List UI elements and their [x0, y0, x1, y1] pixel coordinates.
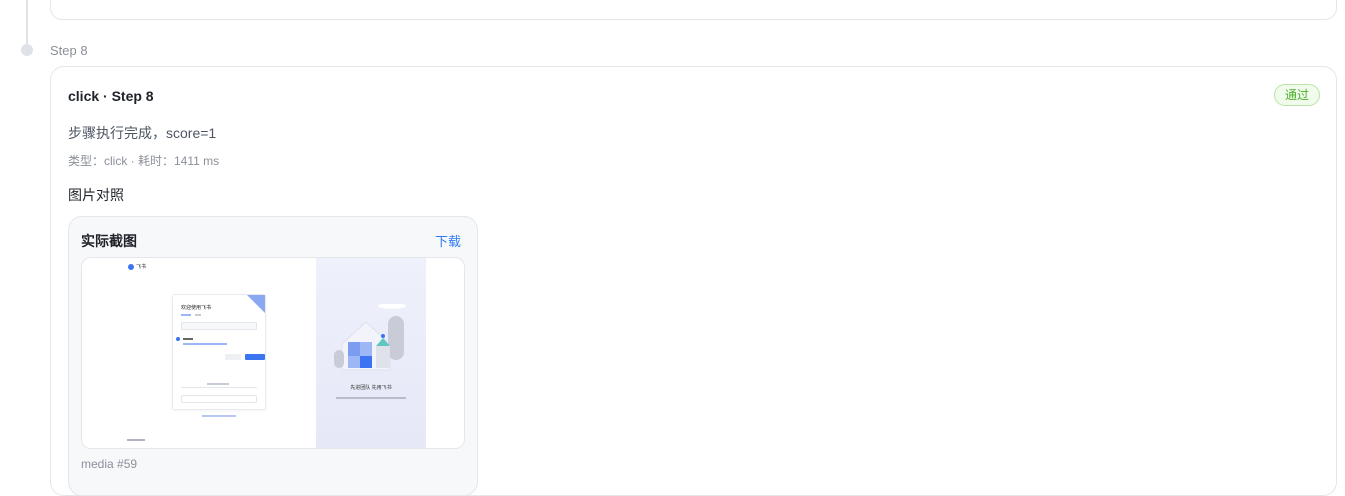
- media-title: 实际截图: [81, 233, 137, 249]
- thumbnail-divider: [181, 387, 257, 388]
- thumbnail-sso-button: [181, 395, 257, 403]
- illustration-icon: [334, 304, 406, 371]
- previous-step-card: [50, 0, 1337, 20]
- thumbnail-next-button: [245, 354, 265, 360]
- thumbnail-login-pane: 飞书 欢迎使用飞书: [82, 258, 316, 448]
- thumbnail-language-switch: [127, 439, 145, 441]
- thumbnail-illustration-subtext: [336, 397, 406, 399]
- logo-icon: [128, 263, 134, 270]
- screenshot-thumbnail[interactable]: 飞书 欢迎使用飞书 先进团队 先用飞书: [81, 257, 465, 449]
- thumbnail-logo-text: 飞书: [136, 264, 147, 270]
- thumbnail-phone-input: [181, 322, 257, 330]
- step-card: click · Step 8 通过 步骤执行完成，score=1 类型：clic…: [50, 66, 1337, 496]
- thumbnail-logo: 飞书: [128, 263, 146, 270]
- thumbnail-login-title: 欢迎使用飞书: [181, 305, 212, 311]
- step-card-title: click · Step 8: [68, 88, 154, 104]
- thumbnail-text-line: [207, 383, 229, 385]
- thumbnail-text-line: [183, 343, 227, 345]
- step-label: Step 8: [50, 43, 88, 58]
- thumbnail-login-card: 欢迎使用飞书: [172, 294, 266, 410]
- status-badge: 通过: [1273, 84, 1320, 106]
- thumbnail-check-icon: [176, 337, 180, 341]
- thumbnail-tab: [181, 314, 191, 316]
- thumbnail-cancel-button: [225, 354, 241, 360]
- download-link[interactable]: 下载: [435, 231, 461, 250]
- qr-corner-icon: [247, 295, 265, 313]
- timeline-dot: [21, 44, 33, 56]
- media-panel: 实际截图 下载 飞书 欢迎使用飞书 先进团队 先用飞书 media #59: [68, 216, 478, 496]
- thumbnail-footer-link: [202, 415, 236, 417]
- step-meta: 类型：click · 耗时：1411 ms: [68, 154, 220, 168]
- thumbnail-illustration-pane: 先进团队 先用飞书: [316, 258, 426, 448]
- thumbnail-illustration-caption: 先进团队 先用飞书: [350, 385, 392, 391]
- media-caption: media #59: [81, 457, 138, 471]
- thumbnail-text-line: [183, 338, 193, 340]
- image-comparison-title: 图片对照: [68, 187, 124, 203]
- thumbnail-tab: [195, 314, 201, 316]
- step-summary: 步骤执行完成，score=1: [68, 125, 217, 141]
- timeline-line: [26, 0, 28, 44]
